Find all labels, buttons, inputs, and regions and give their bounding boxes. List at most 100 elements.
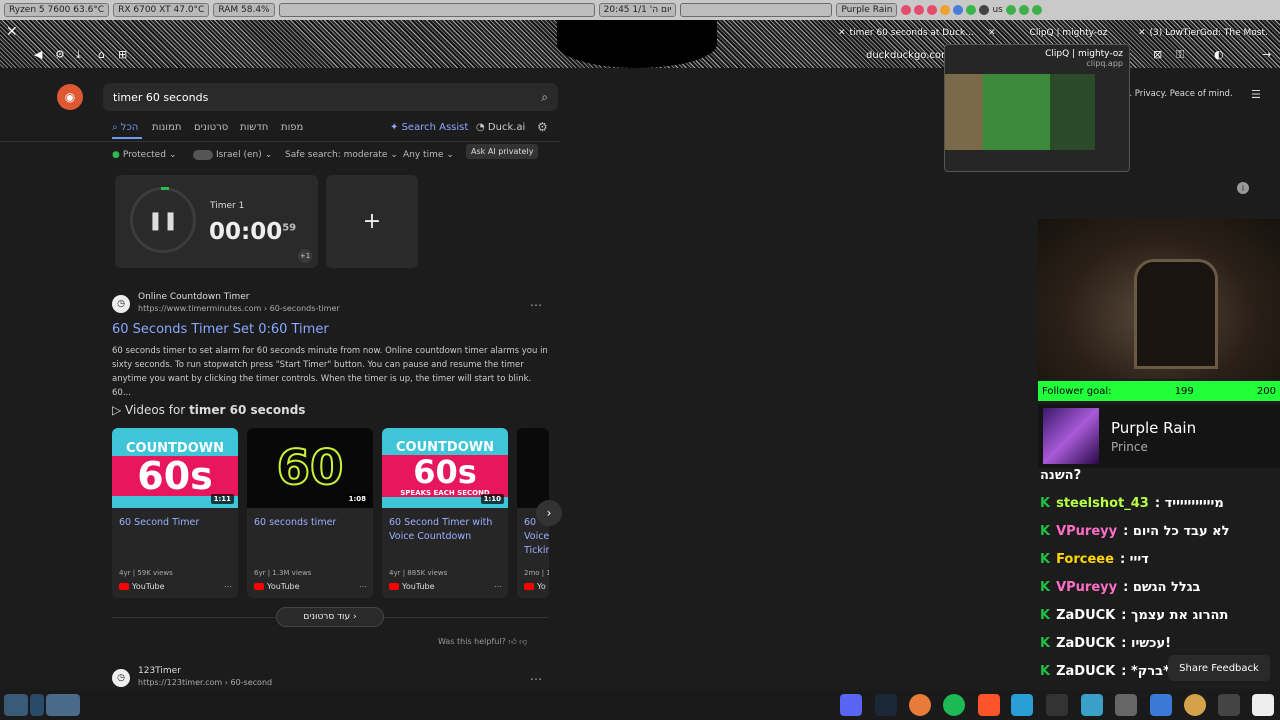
search-query[interactable]: timer 60 seconds	[113, 91, 208, 104]
duckduckgo-logo[interactable]: ◉	[57, 84, 83, 110]
discord-icon[interactable]	[840, 694, 862, 716]
more-options-icon[interactable]: ⋯	[224, 582, 232, 591]
time-filter[interactable]: Any time ⌄	[403, 150, 454, 160]
tray-icon[interactable]	[966, 5, 977, 15]
more-options-icon[interactable]: ⋯	[530, 298, 542, 312]
more-videos-button[interactable]: עוד סרטונים ›	[276, 607, 384, 627]
result-url[interactable]: https://123timer.com › 60-second	[138, 678, 272, 687]
result-source[interactable]: Online Countdown Timer	[138, 292, 250, 302]
tray-icon[interactable]	[953, 5, 964, 15]
close-icon[interactable]: ✕	[1138, 28, 1146, 38]
result-url[interactable]: https://www.timerminutes.com › 60-second…	[138, 304, 340, 313]
tab-news[interactable]: חדשות	[240, 122, 268, 133]
search-assist-label: Search Assist	[401, 122, 469, 133]
tray-icon[interactable]	[1031, 5, 1042, 15]
spotify-icon[interactable]	[943, 694, 965, 716]
close-icon[interactable]: ✕	[988, 28, 996, 38]
obs-icon[interactable]	[1046, 694, 1068, 716]
close-icon[interactable]: ✕	[838, 28, 846, 38]
settings-icon[interactable]: ⚙	[55, 48, 65, 61]
now-playing[interactable]: Purple Rain	[836, 3, 898, 17]
bookmark-icon[interactable]: ⌂	[98, 48, 105, 61]
search-icon[interactable]: ⌕	[541, 90, 548, 105]
info-icon[interactable]: i	[1237, 182, 1249, 194]
carousel-next-button[interactable]: ›	[536, 500, 562, 526]
browser-icon[interactable]	[1011, 694, 1033, 716]
lock-icon[interactable]: ⚿	[1176, 48, 1184, 62]
brave-icon[interactable]	[978, 694, 1000, 716]
result-source[interactable]: 123Timer	[138, 666, 181, 676]
thumbs-down-icon[interactable]: 👎︎	[519, 637, 527, 646]
tab-all[interactable]: ⌕ הכל	[112, 122, 138, 133]
extension-icon[interactable]: ⊞	[118, 48, 127, 61]
safe-search-filter[interactable]: Safe search: moderate ⌄	[285, 150, 398, 160]
tray-icon[interactable]	[940, 5, 951, 15]
videos-heading[interactable]: ▷ Videos for timer 60 seconds	[112, 403, 305, 417]
workspace-thumbnail[interactable]	[4, 694, 28, 716]
app-icon[interactable]	[1184, 694, 1206, 716]
steam-icon[interactable]	[875, 694, 897, 716]
video-title[interactable]: 60 seconds timer	[254, 516, 366, 530]
more-options-icon[interactable]: ⋯	[530, 672, 542, 686]
result-title-link[interactable]: 60 Seconds Timer Set 0:60 Timer	[112, 322, 329, 337]
video-thumbnail	[517, 428, 549, 508]
protected-filter[interactable]: ● Protected ⌄	[112, 150, 176, 160]
video-card[interactable]: COUNTDOWN 60s SPEAKS EACH SECOND 1:10 60…	[382, 428, 508, 598]
close-window-icon[interactable]: ✕	[6, 24, 18, 40]
search-input[interactable]: timer 60 seconds ⌕	[103, 83, 558, 111]
settings-gear-icon[interactable]: ⚙	[537, 120, 548, 134]
tray-icon[interactable]	[1018, 5, 1029, 15]
tab-videos[interactable]: סרטונים	[194, 122, 228, 133]
keyboard-layout[interactable]: us	[992, 5, 1002, 15]
badge-icon: K	[1040, 636, 1051, 651]
store-icon[interactable]	[1150, 694, 1172, 716]
terminal-icon[interactable]	[1218, 694, 1240, 716]
files-icon[interactable]	[1115, 694, 1137, 716]
chat-message: K ZaDUCK: עכשיו!	[1040, 636, 1171, 651]
tab-duckduckgo[interactable]: ✕ timer 60 seconds at Duck...	[838, 24, 978, 42]
chat-text: : לא עבד כל היום	[1123, 524, 1230, 539]
workspace-thumbnail[interactable]	[30, 694, 44, 716]
thumbs-up-icon[interactable]: 👍︎	[508, 637, 516, 646]
tab-maps[interactable]: מפות	[281, 122, 303, 133]
video-title[interactable]: 60 Second Timer with Voice Countdown	[389, 516, 501, 544]
tray-icon[interactable]	[914, 5, 925, 15]
menu-icon[interactable]: ☰	[1251, 88, 1261, 101]
video-source: YouTube	[254, 582, 300, 591]
window-title-bar[interactable]	[680, 3, 833, 17]
tray-icon[interactable]	[1005, 5, 1016, 15]
tab-label: ClipQ | mighty-oz	[1029, 28, 1108, 38]
workspace-bar[interactable]	[278, 3, 595, 17]
preview-title: ClipQ | mighty-oz	[1045, 49, 1123, 59]
tab-lowtiergod[interactable]: ✕ (3) LowTierGod: The Most...	[1138, 24, 1268, 42]
tab-images[interactable]: תמונות	[152, 122, 181, 133]
address-bar[interactable]: duckduckgo.com/	[866, 50, 954, 61]
back-icon[interactable]: ◀	[34, 48, 42, 61]
layers-icon[interactable]	[1081, 694, 1103, 716]
tab-preview[interactable]: ClipQ | mighty-oz clipq.app	[944, 44, 1130, 172]
more-options-icon[interactable]: ⋯	[494, 582, 502, 591]
shield-icon[interactable]: ◐	[1214, 48, 1224, 61]
tray-icon[interactable]	[901, 5, 912, 15]
add-timer-button[interactable]: +	[326, 175, 418, 268]
duck-ai-button[interactable]: ◔ Duck.ai	[476, 122, 525, 133]
tray-icon[interactable]	[979, 5, 990, 15]
video-card[interactable]: COUNTDOWN 60s 1:11 60 Second Timer 4yr |…	[112, 428, 238, 598]
share-icon[interactable]: ⊠	[1153, 48, 1162, 61]
search-assist-button[interactable]: ✦ Search Assist	[390, 122, 468, 133]
pause-button[interactable]: ❚❚	[130, 187, 196, 253]
video-card[interactable]: 60 1:08 60 seconds timer 6yr | 1.3M view…	[247, 428, 373, 598]
region-toggle[interactable]	[193, 150, 213, 160]
download-icon[interactable]: ⤓	[76, 48, 81, 62]
region-filter[interactable]: Israel (en) ⌄	[193, 150, 272, 160]
workspace-thumbnail[interactable]	[46, 694, 80, 716]
more-options-icon[interactable]: ⋯	[359, 582, 367, 591]
tab-clipq[interactable]: ✕ ClipQ | mighty-oz	[988, 24, 1128, 42]
video-title[interactable]: 60 Second Timer	[119, 516, 231, 530]
tray-icon[interactable]	[927, 5, 938, 15]
app-icon[interactable]	[909, 694, 931, 716]
add-minute-button[interactable]: +1	[298, 249, 312, 263]
share-feedback-button[interactable]: Share Feedback	[1168, 655, 1270, 681]
app-icon[interactable]	[1252, 694, 1274, 716]
forward-icon[interactable]: →	[1262, 48, 1271, 61]
